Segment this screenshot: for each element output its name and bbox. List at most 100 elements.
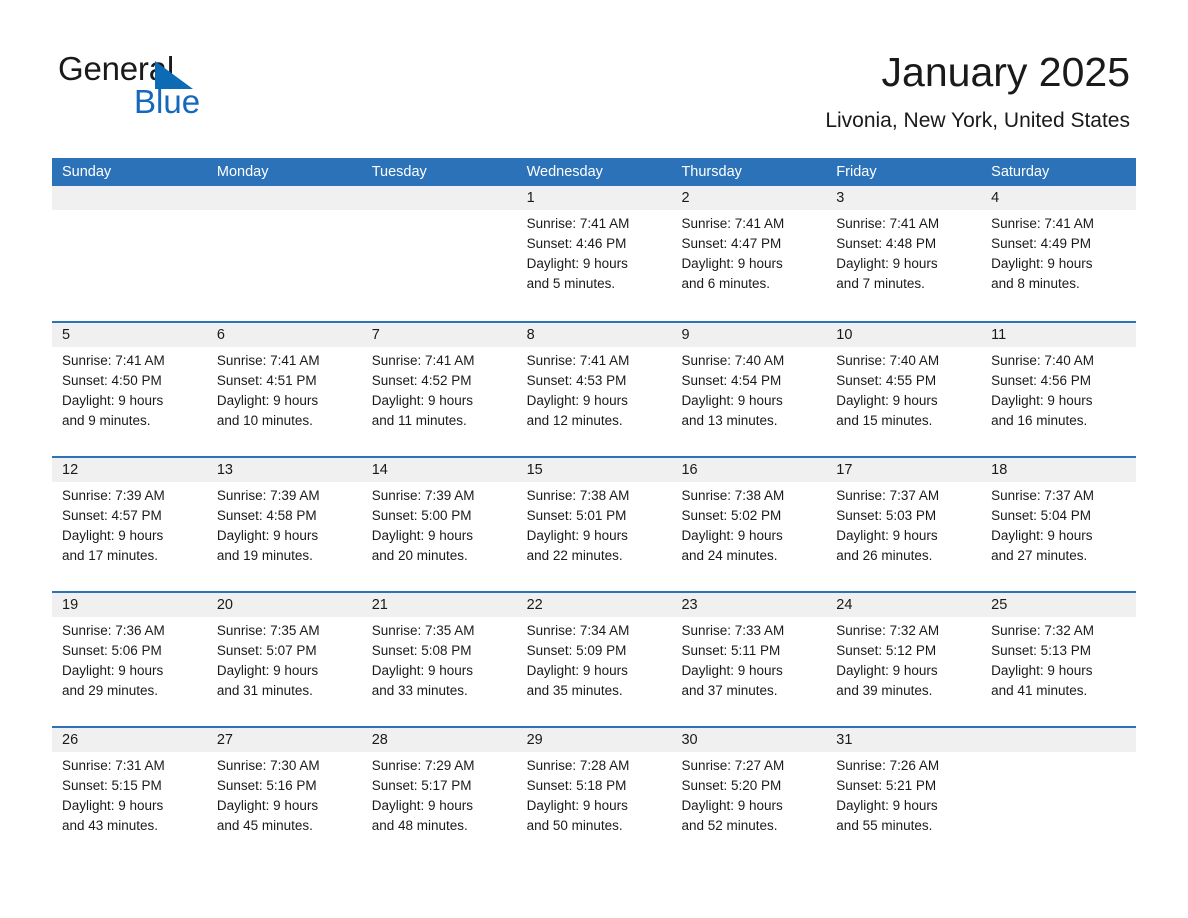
- calendar-day-cell[interactable]: 28 Sunrise: 7:29 AM Sunset: 5:17 PM Dayligh…: [362, 728, 517, 863]
- calendar-day-cell[interactable]: 8 Sunrise: 7:41 AM Sunset: 4:53 PM Daylight…: [517, 323, 672, 458]
- day-detail-line: and 48 minutes.: [371, 818, 468, 833]
- weekday-header-sunday: Sunday: [62, 164, 112, 180]
- day-number: [62, 186, 201, 210]
- day-detail-line: Sunset: 4:50 PM: [62, 373, 162, 388]
- day-details: Sunrise: 7:40 AM Sunset: 4:56 PM Daylight:…: [991, 351, 1130, 431]
- calendar-day-cell[interactable]: 3 Sunrise: 7:41 AM Sunset: 4:48 PM Daylight…: [826, 186, 981, 321]
- day-number: 1: [526, 190, 535, 206]
- brand-logo[interactable]: General Blue: [58, 50, 318, 126]
- day-details: Sunrise: 7:29 AM Sunset: 5:17 PM Daylight:…: [372, 756, 511, 836]
- day-detail-line: Sunset: 4:47 PM: [681, 236, 782, 251]
- calendar-day-cell[interactable]: 27 Sunrise: 7:30 AM Sunset: 5:16 PM Dayligh…: [207, 728, 362, 863]
- day-detail-line: Sunrise: 7:32 AM: [991, 623, 1094, 638]
- day-detail-line: Sunset: 5:02 PM: [681, 508, 782, 523]
- day-details: Sunrise: 7:40 AM Sunset: 4:54 PM Daylight:…: [681, 351, 820, 431]
- calendar-day-cell[interactable]: 22 Sunrise: 7:34 AM Sunset: 5:09 PM Dayligh…: [517, 593, 672, 728]
- day-detail-line: Sunset: 4:46 PM: [526, 236, 627, 251]
- title-block: January 2025 Livonia, New York, United S…: [825, 46, 1130, 134]
- weekday-header-wednesday: Wednesday: [526, 164, 603, 180]
- day-detail-line: Sunrise: 7:31 AM: [62, 758, 165, 773]
- day-detail-line: Daylight: 9 hours: [216, 393, 319, 408]
- day-detail-line: Daylight: 9 hours: [62, 798, 164, 813]
- calendar-day-cell[interactable]: 17 Sunrise: 7:37 AM Sunset: 5:03 PM Dayligh…: [826, 458, 981, 593]
- day-detail-line: Sunrise: 7:41 AM: [836, 216, 940, 231]
- day-detail-line: Sunrise: 7:27 AM: [681, 758, 785, 773]
- day-details: Sunrise: 7:38 AM Sunset: 5:02 PM Daylight:…: [681, 486, 820, 566]
- day-detail-line: Daylight: 9 hours: [526, 256, 628, 271]
- day-detail-line: and 19 minutes.: [216, 548, 313, 563]
- day-detail-line: Daylight: 9 hours: [836, 663, 938, 678]
- day-details: Sunrise: 7:33 AM Sunset: 5:11 PM Daylight:…: [681, 621, 820, 701]
- calendar-day-cell[interactable]: 14 Sunrise: 7:39 AM Sunset: 5:00 PM Dayligh…: [362, 458, 517, 593]
- calendar-day-cell[interactable]: 16 Sunrise: 7:38 AM Sunset: 5:02 PM Dayligh…: [671, 458, 826, 593]
- day-detail-line: Sunrise: 7:40 AM: [681, 353, 785, 368]
- day-detail-line: and 29 minutes.: [62, 683, 159, 698]
- day-detail-line: Daylight: 9 hours: [62, 393, 164, 408]
- day-number: 17: [836, 462, 853, 478]
- day-details: Sunrise: 7:41 AM Sunset: 4:47 PM Daylight:…: [681, 214, 820, 294]
- calendar-day-cell[interactable]: 25 Sunrise: 7:32 AM Sunset: 5:13 PM Dayligh…: [981, 593, 1136, 728]
- day-detail-line: Daylight: 9 hours: [836, 798, 938, 813]
- calendar-day-cell[interactable]: 29 Sunrise: 7:28 AM Sunset: 5:18 PM Dayligh…: [517, 728, 672, 863]
- calendar-day-cell[interactable]: 10 Sunrise: 7:40 AM Sunset: 4:55 PM Dayligh…: [826, 323, 981, 458]
- day-details: Sunrise: 7:39 AM Sunset: 5:00 PM Daylight:…: [372, 486, 511, 566]
- day-detail-line: and 31 minutes.: [216, 683, 313, 698]
- calendar-day-cell-empty: [52, 186, 207, 321]
- day-detail-line: Sunset: 5:21 PM: [836, 778, 937, 793]
- calendar-day-cell[interactable]: 7 Sunrise: 7:41 AM Sunset: 4:52 PM Daylight…: [362, 323, 517, 458]
- day-detail-line: Sunrise: 7:39 AM: [216, 488, 320, 503]
- day-number: 3: [836, 190, 845, 206]
- day-detail-line: and 55 minutes.: [836, 818, 933, 833]
- calendar-week-row: 19 Sunrise: 7:36 AM Sunset: 5:06 PM Dayligh…: [52, 591, 1136, 726]
- day-detail-line: and 11 minutes.: [371, 413, 467, 428]
- day-detail-line: Sunrise: 7:32 AM: [836, 623, 940, 638]
- location-subtitle: Livonia, New York, United States: [825, 109, 1130, 132]
- weekday-header-row: Sunday Monday Tuesday Wednesday Thursday Frid…: [52, 158, 1136, 186]
- day-detail-line: Daylight: 9 hours: [681, 393, 783, 408]
- calendar-day-cell[interactable]: 18 Sunrise: 7:37 AM Sunset: 5:04 PM Dayligh…: [981, 458, 1136, 593]
- day-details: Sunrise: 7:41 AM Sunset: 4:48 PM Daylight:…: [836, 214, 975, 294]
- day-detail-line: Sunset: 4:55 PM: [836, 373, 937, 388]
- page-title: January 2025: [881, 49, 1130, 95]
- day-detail-line: Sunset: 5:04 PM: [991, 508, 1091, 523]
- calendar-day-cell[interactable]: 2 Sunrise: 7:41 AM Sunset: 4:47 PM Daylight…: [671, 186, 826, 321]
- day-number: 25: [991, 597, 1008, 613]
- day-detail-line: Sunset: 5:01 PM: [526, 508, 627, 523]
- calendar-day-cell[interactable]: 12 Sunrise: 7:39 AM Sunset: 4:57 PM Dayligh…: [52, 458, 207, 593]
- calendar-day-cell[interactable]: 20 Sunrise: 7:35 AM Sunset: 5:07 PM Dayligh…: [207, 593, 362, 728]
- calendar-day-cell[interactable]: 15 Sunrise: 7:38 AM Sunset: 5:01 PM Dayligh…: [517, 458, 672, 593]
- day-detail-line: Sunset: 5:17 PM: [371, 778, 472, 793]
- calendar-day-cell[interactable]: 19 Sunrise: 7:36 AM Sunset: 5:06 PM Dayligh…: [52, 593, 207, 728]
- calendar-page: General Blue January 2025 Livonia, New Y…: [0, 0, 1188, 918]
- page-header: General Blue January 2025 Livonia, New Y…: [0, 0, 1188, 150]
- calendar-day-cell[interactable]: 30 Sunrise: 7:27 AM Sunset: 5:20 PM Dayligh…: [671, 728, 826, 863]
- day-detail-line: Sunrise: 7:35 AM: [216, 623, 320, 638]
- calendar-day-cell[interactable]: 13 Sunrise: 7:39 AM Sunset: 4:58 PM Dayligh…: [207, 458, 362, 593]
- day-details: Sunrise: 7:38 AM Sunset: 5:01 PM Daylight:…: [527, 486, 666, 566]
- day-detail-line: Daylight: 9 hours: [681, 663, 783, 678]
- day-detail-line: Sunset: 4:58 PM: [216, 508, 317, 523]
- calendar-day-cell[interactable]: 23 Sunrise: 7:33 AM Sunset: 5:11 PM Dayligh…: [671, 593, 826, 728]
- calendar-day-cell[interactable]: 6 Sunrise: 7:41 AM Sunset: 4:51 PM Daylight…: [207, 323, 362, 458]
- day-number: 24: [836, 597, 853, 613]
- day-detail-line: and 52 minutes.: [681, 818, 778, 833]
- day-detail-line: Sunset: 5:15 PM: [62, 778, 162, 793]
- calendar-day-cell[interactable]: 31 Sunrise: 7:26 AM Sunset: 5:21 PM Dayligh…: [826, 728, 981, 863]
- day-detail-line: and 41 minutes.: [991, 683, 1088, 698]
- calendar-day-cell[interactable]: 26 Sunrise: 7:31 AM Sunset: 5:15 PM Dayligh…: [52, 728, 207, 863]
- calendar-day-cell[interactable]: 4 Sunrise: 7:41 AM Sunset: 4:49 PM Daylight…: [981, 186, 1136, 321]
- calendar-day-cell[interactable]: 5 Sunrise: 7:41 AM Sunset: 4:50 PM Daylight…: [52, 323, 207, 458]
- day-number: 9: [681, 327, 690, 343]
- day-detail-line: Sunrise: 7:41 AM: [991, 216, 1094, 231]
- calendar-day-cell[interactable]: 24 Sunrise: 7:32 AM Sunset: 5:12 PM Dayligh…: [826, 593, 981, 728]
- calendar-day-cell[interactable]: 9 Sunrise: 7:40 AM Sunset: 4:54 PM Daylight…: [671, 323, 826, 458]
- day-detail-line: Sunset: 5:00 PM: [371, 508, 472, 523]
- calendar-day-cell[interactable]: 11 Sunrise: 7:40 AM Sunset: 4:56 PM Dayligh…: [981, 323, 1136, 458]
- calendar-day-cell[interactable]: 21 Sunrise: 7:35 AM Sunset: 5:08 PM Dayligh…: [362, 593, 517, 728]
- day-detail-line: Sunset: 4:48 PM: [836, 236, 937, 251]
- day-detail-line: and 39 minutes.: [836, 683, 933, 698]
- calendar-day-cell[interactable]: 1 Sunrise: 7:41 AM Sunset: 4:46 PM Daylight…: [517, 186, 672, 321]
- day-details: Sunrise: 7:37 AM Sunset: 5:03 PM Daylight:…: [836, 486, 975, 566]
- day-detail-line: and 15 minutes.: [836, 413, 933, 428]
- day-details: Sunrise: 7:41 AM Sunset: 4:52 PM Daylight:…: [372, 351, 511, 431]
